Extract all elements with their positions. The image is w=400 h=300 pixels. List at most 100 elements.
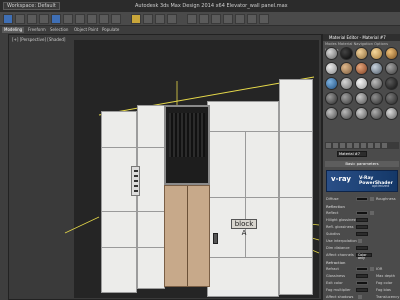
material-name-field[interactable]: Material #7 <box>337 151 367 157</box>
angle-snap-icon[interactable] <box>143 14 153 24</box>
sample-slot[interactable] <box>340 47 353 60</box>
use-interpolation-checkbox[interactable] <box>358 239 362 243</box>
diffuse-label: Diffuse <box>326 197 339 201</box>
sample-slot[interactable] <box>325 47 338 60</box>
reflect-label: Reflect <box>326 211 339 215</box>
panel-seam <box>245 131 246 257</box>
menu-material[interactable]: Material <box>338 42 353 46</box>
put-to-library-icon[interactable] <box>361 143 366 148</box>
select-by-name-icon[interactable] <box>63 14 73 24</box>
sample-slot[interactable] <box>385 107 398 120</box>
sample-slot[interactable] <box>385 92 398 105</box>
sample-slot[interactable] <box>370 62 383 75</box>
affect-shadows-checkbox[interactable] <box>358 295 362 299</box>
ior-label: IOR <box>376 267 383 271</box>
tab-freeform[interactable]: Freeform <box>26 27 48 33</box>
sample-slot[interactable] <box>370 92 383 105</box>
wall-panel-left[interactable] <box>101 111 137 293</box>
sample-slot[interactable] <box>385 62 398 75</box>
sample-slot[interactable] <box>370 47 383 60</box>
sample-slot[interactable] <box>325 77 338 90</box>
sample-slot[interactable] <box>340 62 353 75</box>
redo-icon[interactable] <box>15 14 25 24</box>
block-sign[interactable]: block A <box>231 219 257 237</box>
sample-slot[interactable] <box>340 107 353 120</box>
undo-icon[interactable] <box>3 14 13 24</box>
keypad[interactable] <box>213 233 218 244</box>
call-button-panel[interactable] <box>131 166 140 196</box>
exit-color-swatch[interactable] <box>356 281 368 285</box>
vray-logo: v-ray <box>331 175 351 183</box>
affect-channels-dropdown[interactable]: Color only <box>356 253 372 260</box>
put-to-scene-icon[interactable] <box>333 143 338 148</box>
unlink-icon[interactable] <box>39 14 49 24</box>
glossiness-field[interactable] <box>356 274 368 278</box>
render-frame-icon[interactable] <box>247 14 257 24</box>
snap-toggle-icon[interactable] <box>131 14 141 24</box>
reflect-color-swatch[interactable] <box>356 211 368 215</box>
sample-slot[interactable] <box>325 107 338 120</box>
material-editor-icon[interactable] <box>223 14 233 24</box>
basic-parameters-rollout[interactable]: Basic parameters <box>325 161 399 167</box>
sample-slot[interactable] <box>325 62 338 75</box>
make-unique-icon[interactable] <box>354 143 359 148</box>
call-button <box>134 175 138 177</box>
sample-slot[interactable] <box>385 77 398 90</box>
perspective-viewport[interactable]: [+] [Perspective] [Shaded] block A <box>8 34 322 300</box>
mirror-icon[interactable] <box>155 14 165 24</box>
link-icon[interactable] <box>27 14 37 24</box>
scale-icon[interactable] <box>111 14 121 24</box>
select-object-icon[interactable] <box>51 14 61 24</box>
refract-color-swatch[interactable] <box>356 267 368 271</box>
sample-slot[interactable] <box>325 92 338 105</box>
dim-distance-field[interactable] <box>356 246 368 250</box>
reset-map-icon[interactable] <box>347 143 352 148</box>
refl-glossiness-field[interactable] <box>356 225 368 229</box>
material-id-icon[interactable] <box>368 143 373 148</box>
render-setup-icon[interactable] <box>235 14 245 24</box>
sample-slot[interactable] <box>370 77 383 90</box>
align-icon[interactable] <box>167 14 177 24</box>
tab-modeling[interactable]: Modeling <box>2 27 25 33</box>
tab-selection[interactable]: Selection <box>48 27 70 33</box>
sample-slot[interactable] <box>340 77 353 90</box>
refract-map-button[interactable] <box>370 267 374 271</box>
schematic-view-icon[interactable] <box>211 14 221 24</box>
show-map-icon[interactable] <box>375 143 380 148</box>
layer-manager-icon[interactable] <box>187 14 197 24</box>
curve-editor-icon[interactable] <box>199 14 209 24</box>
fog-multiplier-field[interactable] <box>356 288 368 292</box>
sample-slot[interactable] <box>340 92 353 105</box>
sample-slot[interactable] <box>355 107 368 120</box>
diffuse-map-button[interactable] <box>370 197 374 201</box>
sample-slot[interactable] <box>355 77 368 90</box>
sample-slot[interactable] <box>355 47 368 60</box>
elevator-door[interactable] <box>164 185 210 287</box>
tab-populate[interactable]: Populate <box>100 27 121 33</box>
panel-seam <box>101 247 165 248</box>
reflect-map-button[interactable] <box>370 211 374 215</box>
menu-modes[interactable]: Modes <box>325 42 337 46</box>
tab-object-paint[interactable]: Object Paint <box>72 27 100 33</box>
move-icon[interactable] <box>87 14 97 24</box>
sample-slot[interactable] <box>355 62 368 75</box>
rectangle-selection-icon[interactable] <box>75 14 85 24</box>
menu-options[interactable]: Options <box>374 42 388 46</box>
assign-to-selection-icon[interactable] <box>340 143 345 148</box>
hilight-glossiness-field[interactable] <box>356 218 368 222</box>
sample-slot[interactable] <box>385 47 398 60</box>
rotate-icon[interactable] <box>99 14 109 24</box>
wall-panel-far-right[interactable] <box>279 79 313 295</box>
diffuse-color-swatch[interactable] <box>356 197 368 201</box>
render-production-icon[interactable] <box>259 14 269 24</box>
menu-navigation[interactable]: Navigation <box>354 42 373 46</box>
get-material-icon[interactable] <box>326 143 331 148</box>
go-to-parent-icon[interactable] <box>382 143 387 148</box>
refl-gloss-row: Refl. glossiness <box>326 224 398 230</box>
sample-slot[interactable] <box>355 92 368 105</box>
exit-color-row: Exit color Fog color <box>326 280 398 286</box>
subdivs-field[interactable] <box>356 232 368 236</box>
workspace-selector[interactable]: Workspace: Default <box>3 2 60 10</box>
sample-slot[interactable] <box>370 107 383 120</box>
wall-panel-left-inner[interactable] <box>137 105 165 289</box>
